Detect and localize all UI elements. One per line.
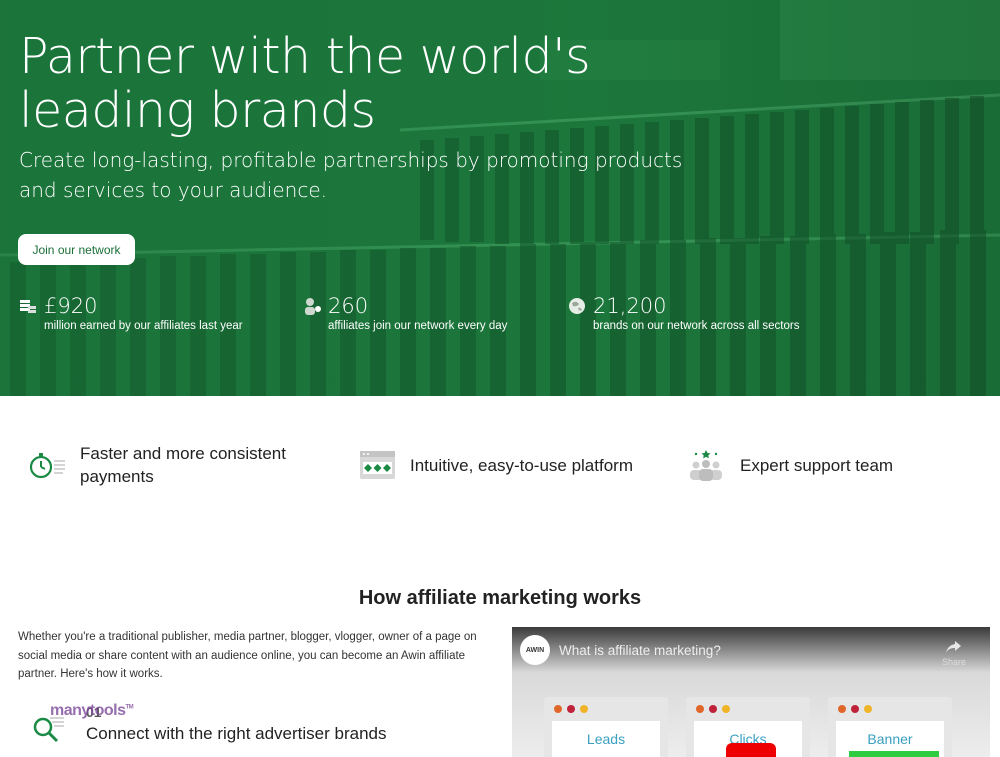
hero-subtitle: Create long-lasting, profitable partners… [19, 148, 683, 202]
video-title[interactable]: What is affiliate marketing? [559, 643, 721, 658]
stat-value: 260 [328, 294, 369, 318]
video-card-leads: Leads [544, 697, 668, 757]
dashboard-icon [360, 451, 395, 479]
how-it-works-description: Whether you're a traditional publisher, … [18, 631, 477, 680]
stat-value: £920 [44, 294, 98, 318]
feature-support: Expert support team [688, 440, 893, 490]
hero-banner: Partner with the world's leading brands … [0, 0, 1000, 396]
coins-icon [20, 300, 36, 313]
stat-label: affiliates join our network every day [328, 320, 508, 332]
share-icon [946, 641, 961, 653]
card-label: Leads [586, 731, 626, 747]
support-team-icon [690, 450, 722, 481]
stat-label: million earned by our affiliates last ye… [44, 320, 243, 332]
video-card-banner: Banner [828, 697, 952, 757]
stat-value: 21,200 [593, 294, 667, 318]
feature-label: Expert support team [740, 455, 894, 475]
play-button[interactable] [726, 743, 776, 757]
watermark-tm: TM [125, 704, 134, 711]
card-label: Banner [867, 731, 913, 747]
step-title: Connect with the right advertiser brands [86, 724, 387, 743]
feature-payments: Faster and more consistent payments [28, 440, 320, 490]
feature-label: Faster and more consistent payments [80, 444, 286, 486]
watermark-text: manytools [50, 702, 126, 719]
person-plus-icon [305, 298, 321, 315]
feature-label: Intuitive, easy-to-use platform [410, 455, 633, 475]
globe-icon [569, 298, 585, 314]
banner-bar [849, 751, 939, 757]
awin-logo[interactable]: AWIN [520, 635, 550, 665]
share-button[interactable]: Share [938, 639, 970, 667]
stat-label: brands on our network across all sectors [593, 320, 800, 332]
video-player[interactable]: AWIN What is affiliate marketing? Share … [512, 627, 990, 757]
hero-title: Partner with the world's leading brands [19, 28, 591, 139]
join-network-button[interactable]: Join our network [18, 234, 135, 265]
stopwatch-icon [29, 453, 65, 479]
share-label: Share [941, 657, 967, 667]
feature-platform: Intuitive, easy-to-use platform [358, 440, 633, 490]
watermark-logo: manytoolsTM [50, 702, 134, 720]
how-it-works-title: How affiliate marketing works [358, 587, 642, 609]
